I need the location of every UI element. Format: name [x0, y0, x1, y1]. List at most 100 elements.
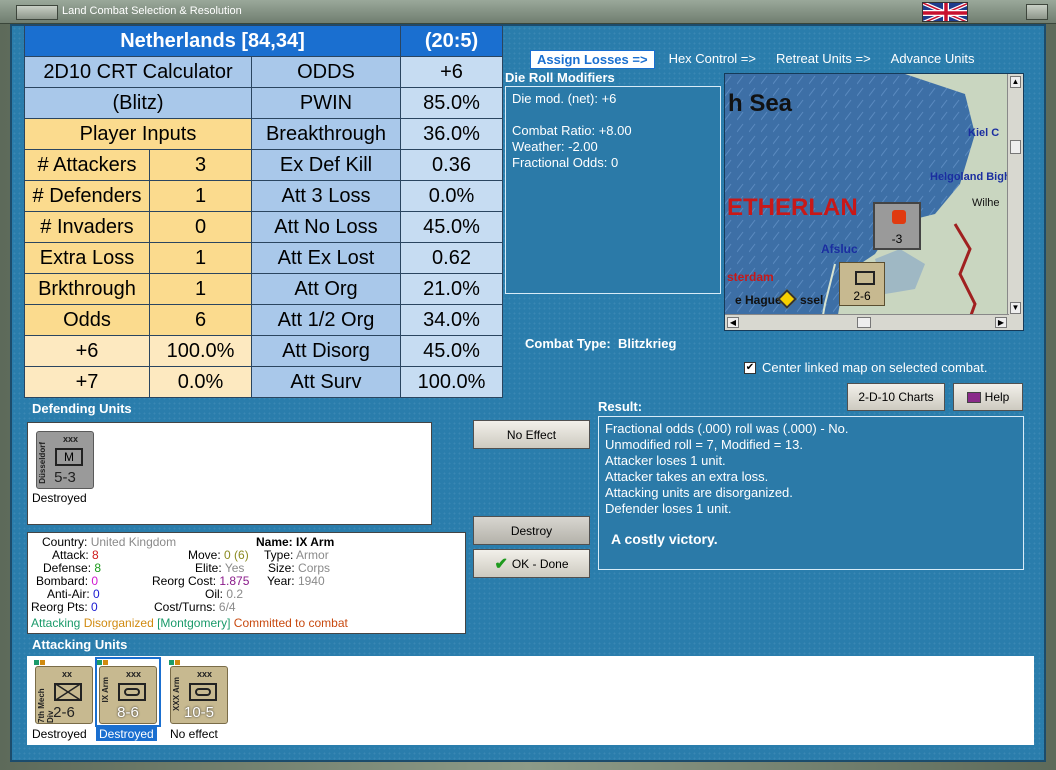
info-bombard: 0: [91, 574, 99, 588]
uk-flag-icon: [922, 2, 968, 22]
unit-name-label: IX Arm: [101, 677, 110, 703]
info-label: Move:: [188, 548, 221, 562]
attacker-unit-status: Destroyed: [96, 727, 157, 741]
ok-done-button[interactable]: ✔ OK - Done: [473, 549, 590, 578]
info-label: Defense:: [43, 561, 92, 575]
tab-advance-units[interactable]: Advance Units: [885, 50, 981, 69]
tab-retreat-units[interactable]: Retreat Units =>: [770, 50, 877, 69]
crt-input-value[interactable]: 0: [149, 211, 252, 243]
scroll-left-icon[interactable]: ◀: [727, 317, 739, 328]
crt-input-value[interactable]: 1: [149, 242, 252, 274]
crt-result-value: 36.0%: [400, 118, 503, 150]
map-counter-strength: 2-6: [853, 289, 871, 303]
unit-status-dots: [169, 660, 180, 665]
crt-calc-subtitle: (Blitz): [24, 87, 252, 119]
armor-symbol-icon: [189, 683, 217, 701]
attacking-units-panel: xx 7th Mech Div 2-6 Destroyed xxx IX Arm…: [27, 656, 1034, 745]
phase-tabs: Assign Losses => Hex Control => Retreat …: [530, 50, 988, 69]
attacking-units-heading: Attacking Units: [32, 637, 128, 652]
map-vertical-scrollbar[interactable]: ▲ ▼: [1007, 74, 1023, 330]
crt-calc-title: 2D10 CRT Calculator: [24, 56, 252, 88]
unit-status-dots: [34, 660, 45, 665]
result-summary: A costly victory.: [611, 531, 718, 547]
help-book-icon: [966, 391, 981, 403]
attacker-unit-counter[interactable]: xxx XXX Arm 10-5: [170, 666, 228, 724]
crt-odds-value: 100.0%: [149, 335, 252, 367]
scroll-thumb[interactable]: [857, 317, 871, 328]
defender-unit-counter[interactable]: xxx Düsseldorf M 5-3: [36, 431, 94, 489]
scroll-right-icon[interactable]: ▶: [995, 317, 1007, 328]
no-effect-button[interactable]: No Effect: [473, 420, 590, 449]
crt-input-label: Odds: [24, 304, 150, 336]
info-size: Corps: [298, 561, 331, 575]
crt-input-value[interactable]: 6: [149, 304, 252, 336]
crt-input-value[interactable]: 1: [149, 180, 252, 212]
info-label: Year:: [267, 574, 295, 588]
attacker-unit-counter[interactable]: xxx IX Arm 8-6: [99, 666, 157, 724]
crt-input-label: # Defenders: [24, 180, 150, 212]
crt-result-value: 85.0%: [400, 87, 503, 119]
map-unit-counter[interactable]: 2-6: [839, 262, 885, 306]
attacker-unit-counter[interactable]: xx 7th Mech Div 2-6: [35, 666, 93, 724]
info-label: Anti-Air:: [47, 587, 90, 601]
crt-result-value: 45.0%: [400, 335, 503, 367]
info-label: Reorg Pts:: [31, 600, 88, 614]
crt-odds-value: 0.0%: [149, 366, 252, 398]
crt-result-value: +6: [400, 56, 503, 88]
info-label: Type:: [264, 548, 294, 562]
help-button[interactable]: Help: [953, 383, 1023, 411]
info-country: United Kingdom: [90, 535, 177, 549]
combat-type-label: Combat Type:: [525, 336, 611, 351]
defender-unit-status: Destroyed: [32, 491, 87, 505]
info-status-disorganized: Disorganized: [83, 616, 154, 630]
result-line: Attacker loses 1 unit.: [605, 453, 726, 468]
mech-infantry-icon: [54, 683, 82, 701]
unit-strength: 2-6: [53, 704, 75, 721]
tab-hex-control[interactable]: Hex Control =>: [663, 50, 762, 69]
defending-units-panel: xxx Düsseldorf M 5-3 Destroyed: [27, 422, 432, 525]
center-map-label: Center linked map on selected combat.: [762, 360, 988, 375]
crt-charts-button[interactable]: 2-D-10 Charts: [847, 383, 945, 411]
system-menu-button[interactable]: [16, 5, 58, 20]
die-roll-line: Weather: -2.00: [512, 139, 598, 154]
result-line: Attacking units are disorganized.: [605, 485, 793, 500]
map-place-label: sterdam: [727, 270, 774, 284]
center-map-checkbox[interactable]: ✔: [744, 361, 756, 374]
crt-input-label: # Attackers: [24, 149, 150, 181]
map-place-label: Kiel C: [968, 127, 1000, 139]
mountain-unit-icon: M: [55, 448, 83, 466]
crt-result-label: Att Ex Lost: [251, 242, 401, 274]
crt-input-label: # Invaders: [24, 211, 150, 243]
scroll-down-icon[interactable]: ▼: [1010, 302, 1021, 314]
scroll-thumb[interactable]: [1010, 140, 1021, 154]
map-place-label: e Hague: [735, 293, 782, 307]
destroy-button[interactable]: Destroy: [473, 516, 590, 545]
die-roll-heading: Die Roll Modifiers: [505, 70, 615, 85]
title-bar: Land Combat Selection & Resolution: [0, 0, 1056, 24]
result-line: Attacker takes an extra loss.: [605, 469, 769, 484]
info-label: Bombard:: [36, 574, 89, 588]
scroll-up-icon[interactable]: ▲: [1010, 76, 1021, 88]
result-line: Defender loses 1 unit.: [605, 501, 732, 516]
crt-result-value: 45.0%: [400, 211, 503, 243]
map-country-label: ETHERLAN: [727, 194, 858, 221]
map-defender-counter[interactable]: -3: [873, 202, 921, 250]
crt-input-value[interactable]: 3: [149, 149, 252, 181]
close-button[interactable]: [1026, 4, 1048, 20]
info-label: Attack:: [52, 548, 89, 562]
center-map-option[interactable]: ✔ Center linked map on selected combat.: [744, 360, 987, 375]
die-roll-line: Fractional Odds: 0: [512, 155, 619, 170]
tab-assign-losses[interactable]: Assign Losses =>: [530, 50, 655, 69]
linked-map[interactable]: h Sea ETHERLAN Kiel C Helgoland Bigh Wil…: [724, 73, 1024, 331]
info-move: 0 (6): [224, 548, 249, 562]
unit-strength: 10-5: [183, 704, 215, 721]
attacker-unit-status: Destroyed: [32, 727, 87, 741]
info-cost-turns: 6/4: [218, 600, 236, 614]
crt-result-label: Att 1/2 Org: [251, 304, 401, 336]
crt-input-value[interactable]: 1: [149, 273, 252, 305]
unit-info-panel: Country: United Kingdom Attack: 8 Defens…: [27, 532, 466, 634]
info-year: 1940: [297, 574, 325, 588]
checkmark-icon: ✔: [494, 555, 508, 573]
map-horizontal-scrollbar[interactable]: ◀ ▶: [725, 314, 1009, 330]
info-label: Reorg Cost:: [152, 574, 217, 588]
